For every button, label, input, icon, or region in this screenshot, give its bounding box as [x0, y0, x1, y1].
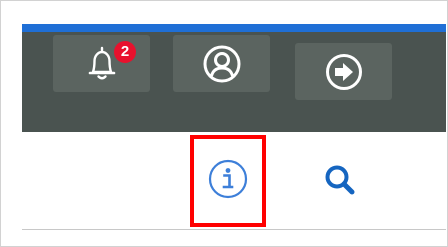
logout-arrow-icon	[324, 52, 364, 92]
header-toolbar: 2	[22, 32, 446, 132]
logout-button[interactable]	[295, 43, 392, 100]
user-profile-button[interactable]	[173, 35, 270, 92]
search-icon	[323, 163, 357, 202]
top-accent-bar	[22, 24, 446, 32]
divider-line	[22, 229, 446, 230]
search-button[interactable]	[318, 160, 362, 204]
info-icon[interactable]	[206, 157, 250, 206]
notifications-button[interactable]: 2	[53, 35, 150, 92]
info-button-highlight[interactable]	[190, 135, 266, 227]
notification-badge: 2	[114, 41, 136, 63]
user-circle-icon	[201, 43, 243, 85]
